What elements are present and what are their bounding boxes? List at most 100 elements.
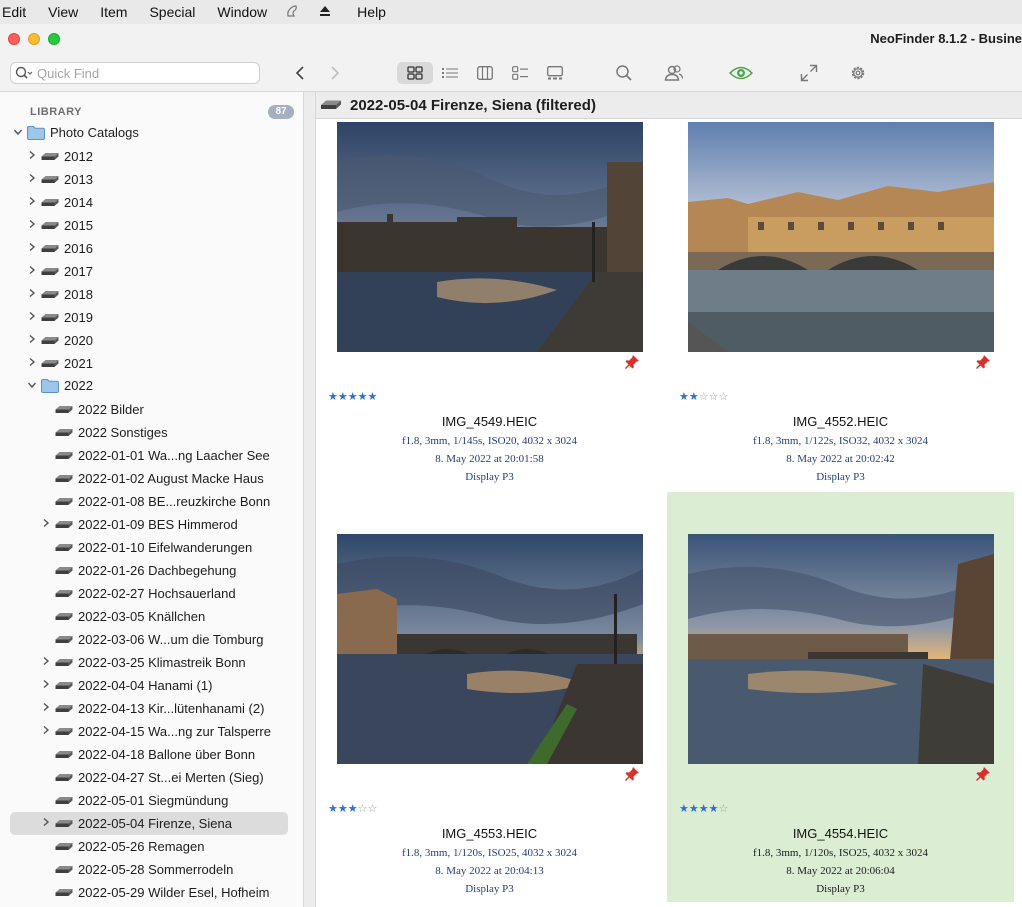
chevron-right-icon[interactable] xyxy=(27,242,37,255)
chevron-right-icon[interactable] xyxy=(27,173,37,186)
sidebar-item[interactable]: 2022-02-27 Hochsauerland xyxy=(10,582,300,605)
star-filled-icon[interactable]: ★ xyxy=(338,391,348,403)
gallery-list-view-button[interactable] xyxy=(509,62,531,84)
sidebar-item[interactable]: 2022-03-25 Klimastreik Bonn xyxy=(10,651,300,674)
sidebar-item-2020[interactable]: 2020 xyxy=(10,329,300,352)
star-filled-icon[interactable]: ★ xyxy=(679,391,689,403)
star-empty-icon[interactable]: ☆ xyxy=(368,803,378,815)
star-rating[interactable]: ★★★★★ xyxy=(328,390,377,403)
chevron-right-icon[interactable] xyxy=(41,702,51,715)
sidebar-item[interactable]: 2022-04-27 St...ei Merten (Sieg) xyxy=(10,766,300,789)
photo-cell[interactable]: ★★☆☆☆ IMG_4552.HEIC f1.8, 3mm, 1/122s, I… xyxy=(667,92,1014,500)
fullscreen-button[interactable] xyxy=(798,62,820,84)
chevron-right-icon[interactable] xyxy=(41,679,51,692)
preview-button[interactable] xyxy=(728,62,754,84)
star-rating[interactable]: ★★☆☆☆ xyxy=(679,390,728,403)
menu-item[interactable]: Item xyxy=(92,4,139,20)
quick-find-input[interactable] xyxy=(37,65,237,81)
chevron-right-icon[interactable] xyxy=(27,334,37,347)
photo-cell[interactable]: ★★★☆☆ IMG_4553.HEIC f1.8, 3mm, 1/120s, I… xyxy=(316,504,663,907)
chevron-right-icon[interactable] xyxy=(27,357,37,370)
star-filled-icon[interactable]: ★ xyxy=(348,391,358,403)
menu-view[interactable]: View xyxy=(40,4,90,20)
star-rating[interactable]: ★★★☆☆ xyxy=(328,802,377,815)
pin-icon[interactable] xyxy=(624,354,640,370)
photo-thumbnail[interactable] xyxy=(688,534,994,764)
star-filled-icon[interactable]: ★ xyxy=(328,803,338,815)
star-filled-icon[interactable]: ★ xyxy=(689,391,699,403)
star-filled-icon[interactable]: ★ xyxy=(358,391,368,403)
sidebar-item-2017[interactable]: 2017 xyxy=(10,260,300,283)
pin-icon[interactable] xyxy=(624,766,640,782)
chevron-right-icon[interactable] xyxy=(41,656,51,669)
star-filled-icon[interactable]: ★ xyxy=(338,803,348,815)
faces-button[interactable] xyxy=(662,62,686,84)
quick-find-field[interactable] xyxy=(10,62,260,84)
sidebar-item-2019[interactable]: 2019 xyxy=(10,306,300,329)
sidebar-item[interactable]: 2022-05-01 Siegmündung xyxy=(10,789,300,812)
menu-help[interactable]: Help xyxy=(345,4,398,20)
eject-menu-icon[interactable] xyxy=(313,4,343,20)
icon-view-button[interactable] xyxy=(397,62,433,84)
back-button[interactable] xyxy=(290,62,310,84)
sidebar-item[interactable]: 2022-04-04 Hanami (1) xyxy=(10,674,300,697)
star-filled-icon[interactable]: ★ xyxy=(328,391,338,403)
star-filled-icon[interactable]: ★ xyxy=(368,391,378,403)
star-empty-icon[interactable]: ☆ xyxy=(699,391,709,403)
sidebar-item-2014[interactable]: 2014 xyxy=(10,191,300,214)
chevron-right-icon[interactable] xyxy=(41,518,51,531)
star-filled-icon[interactable]: ★ xyxy=(699,803,709,815)
sidebar-item[interactable]: 2022 Sonstiges xyxy=(10,421,300,444)
star-rating[interactable]: ★★★★☆ xyxy=(679,802,728,815)
photo-cell[interactable]: ★★★★★ IMG_4549.HEIC f1.8, 3mm, 1/145s, I… xyxy=(316,92,663,500)
sidebar-item[interactable]: 2022-05-26 Remagen xyxy=(10,835,300,858)
star-empty-icon[interactable]: ☆ xyxy=(719,803,729,815)
sidebar-item[interactable]: 2022-01-09 BES Himmerod xyxy=(10,513,300,536)
sidebar-item[interactable]: 2022-01-02 August Macke Haus xyxy=(10,467,300,490)
photo-thumbnail[interactable] xyxy=(337,122,643,352)
pin-icon[interactable] xyxy=(975,766,991,782)
star-empty-icon[interactable]: ☆ xyxy=(709,391,719,403)
photo-cell-selected[interactable]: ★★★★☆ IMG_4554.HEIC f1.8, 3mm, 1/120s, I… xyxy=(667,492,1014,902)
column-view-button[interactable] xyxy=(474,62,496,84)
photo-thumbnail[interactable] xyxy=(688,122,994,352)
sidebar-item[interactable]: 2022-04-18 Ballone über Bonn xyxy=(10,743,300,766)
chevron-right-icon[interactable] xyxy=(27,219,37,232)
star-filled-icon[interactable]: ★ xyxy=(709,803,719,815)
sidebar-item[interactable]: 2022-01-08 BE...reuzkirche Bonn xyxy=(10,490,300,513)
sidebar-item-2022[interactable]: 2022 xyxy=(10,375,300,398)
sidebar-item-2012[interactable]: 2012 xyxy=(10,145,300,168)
cover-flow-view-button[interactable] xyxy=(544,62,566,84)
sidebar-item[interactable]: 2022-04-13 Kir...lütenhanami (2) xyxy=(10,697,300,720)
photo-thumbnail[interactable] xyxy=(337,534,643,764)
sidebar-item[interactable]: 2022-01-10 Eifelwanderungen xyxy=(10,536,300,559)
sidebar-item[interactable]: 2022-01-26 Dachbegehung xyxy=(10,559,300,582)
script-menu-icon[interactable] xyxy=(281,4,311,21)
sidebar-splitter[interactable] xyxy=(303,92,316,907)
menu-special[interactable]: Special xyxy=(141,4,207,20)
sidebar-item-2018[interactable]: 2018 xyxy=(10,283,300,306)
sidebar-item[interactable]: 2022-04-15 Wa...ng zur Talsperre xyxy=(10,720,300,743)
sidebar-item-2021[interactable]: 2021 xyxy=(10,352,300,375)
star-filled-icon[interactable]: ★ xyxy=(679,803,689,815)
star-filled-icon[interactable]: ★ xyxy=(348,803,358,815)
star-empty-icon[interactable]: ☆ xyxy=(358,803,368,815)
zoom-window-button[interactable] xyxy=(48,33,60,45)
sidebar-item-2015[interactable]: 2015 xyxy=(10,214,300,237)
chevron-down-icon[interactable] xyxy=(13,127,23,140)
sidebar-item-2016[interactable]: 2016 xyxy=(10,237,300,260)
chevron-right-icon[interactable] xyxy=(27,288,37,301)
chevron-right-icon[interactable] xyxy=(27,311,37,324)
menu-window[interactable]: Window xyxy=(209,4,279,20)
chevron-right-icon[interactable] xyxy=(27,265,37,278)
star-empty-icon[interactable]: ☆ xyxy=(719,391,729,403)
close-window-button[interactable] xyxy=(8,33,20,45)
chevron-right-icon[interactable] xyxy=(27,196,37,209)
sidebar-item[interactable]: 2022-01-01 Wa...ng Laacher See xyxy=(10,444,300,467)
sidebar-item-photo-catalogs[interactable]: Photo Catalogs xyxy=(10,122,300,145)
menu-edit[interactable]: Edit xyxy=(0,4,38,20)
sidebar-item-2013[interactable]: 2013 xyxy=(10,168,300,191)
sidebar-item[interactable]: 2022-03-05 Knällchen xyxy=(10,605,300,628)
chevron-right-icon[interactable] xyxy=(27,150,37,163)
sidebar-item[interactable]: 2022-05-29 Wilder Esel, Hofheim xyxy=(10,881,300,904)
